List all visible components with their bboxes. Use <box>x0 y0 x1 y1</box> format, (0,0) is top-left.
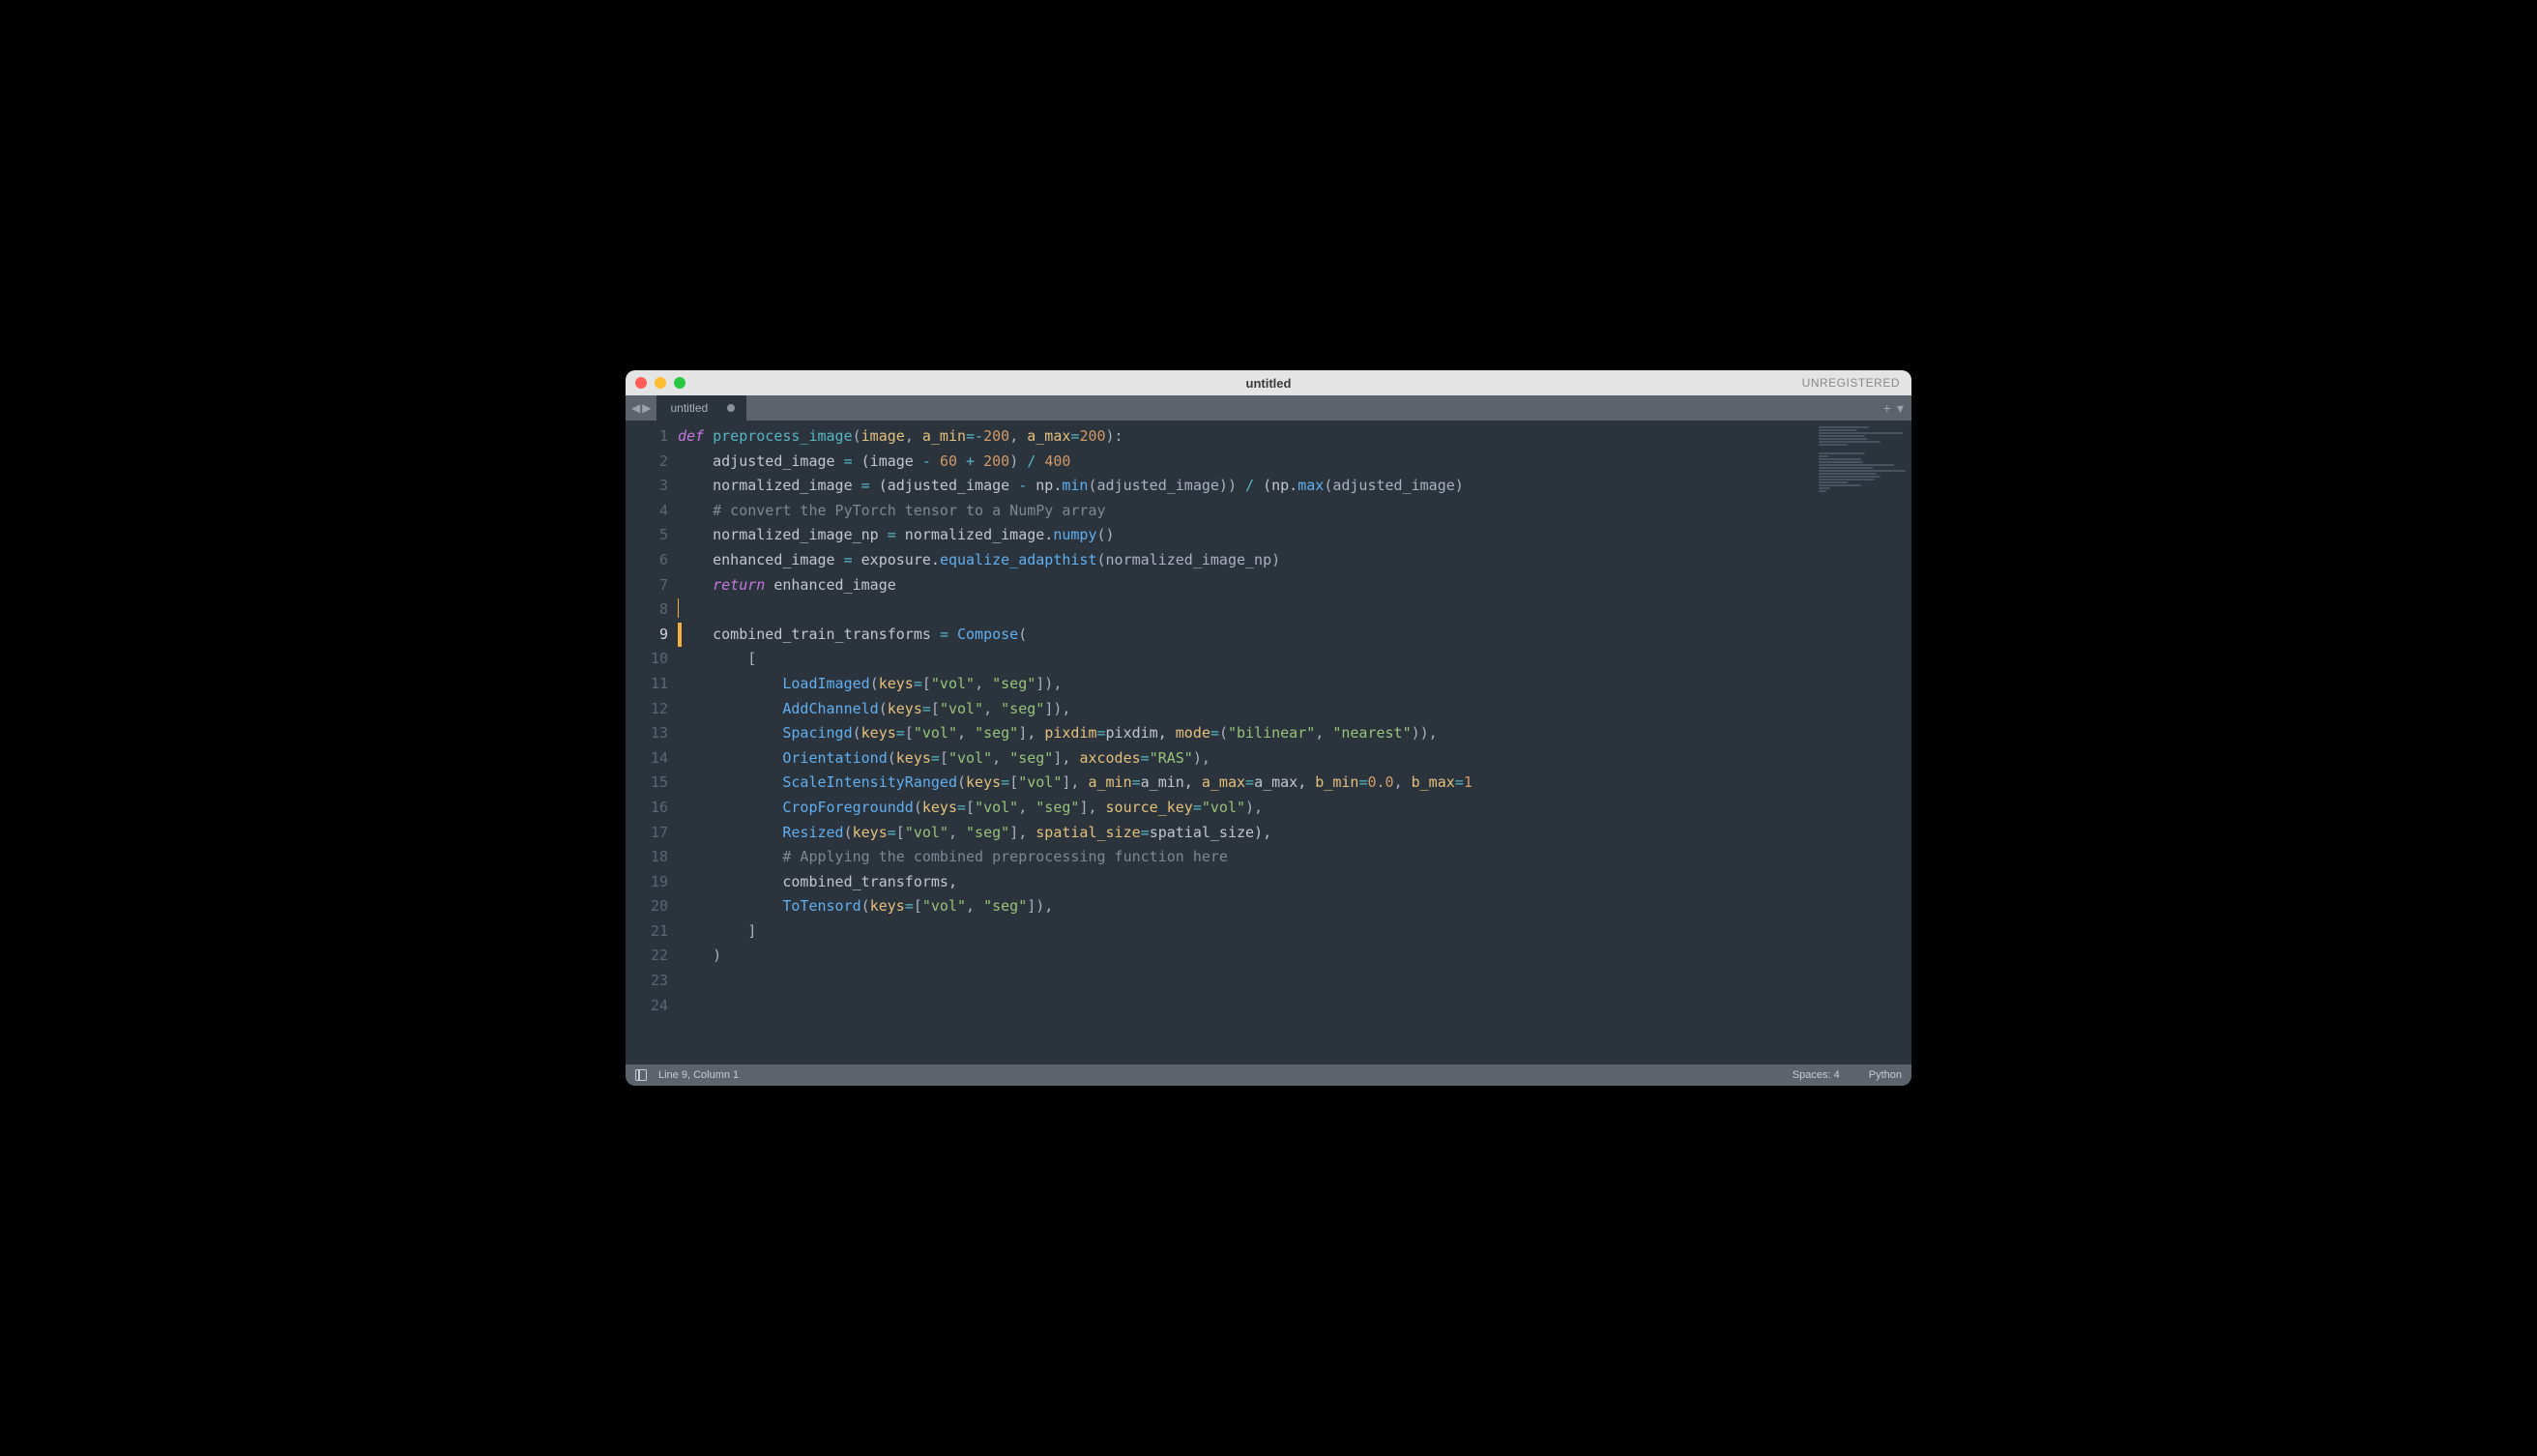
code-line[interactable]: Orientationd(keys=["vol", "seg"], axcode… <box>678 746 1815 772</box>
line-number[interactable]: 15 <box>626 771 678 796</box>
line-number[interactable]: 6 <box>626 548 678 573</box>
code-line[interactable]: ScaleIntensityRanged(keys=["vol"], a_min… <box>678 771 1815 796</box>
code-line[interactable]: normalized_image = (adjusted_image - np.… <box>678 474 1815 499</box>
minimap-line <box>1819 476 1881 478</box>
tab-controls: + ▾ <box>1883 400 1904 417</box>
line-number[interactable]: 20 <box>626 894 678 919</box>
minimap-line <box>1819 452 1865 454</box>
minimap-line <box>1819 441 1881 443</box>
tab-bar: ◀ ▶ untitled + ▾ <box>626 395 1911 421</box>
minimap-line <box>1819 426 1869 428</box>
code-line[interactable]: ToTensord(keys=["vol", "seg"]), <box>678 894 1815 919</box>
line-number[interactable]: 23 <box>626 969 678 994</box>
chevron-left-icon[interactable]: ◀ <box>631 401 640 415</box>
dirty-indicator-icon <box>727 404 735 412</box>
minimap-line <box>1819 467 1873 469</box>
minimap-line <box>1819 444 1848 446</box>
minimap-line <box>1819 473 1877 475</box>
code-line[interactable] <box>678 597 1815 623</box>
code-line[interactable]: Spacingd(keys=["vol", "seg"], pixdim=pix… <box>678 721 1815 746</box>
code-line[interactable]: adjusted_image = (image - 60 + 200) / 40… <box>678 450 1815 475</box>
code-line[interactable]: AddChanneld(keys=["vol", "seg"]), <box>678 697 1815 722</box>
line-number[interactable]: 22 <box>626 944 678 969</box>
line-number[interactable]: 19 <box>626 870 678 895</box>
code-line[interactable]: # Applying the combined preprocessing fu… <box>678 845 1815 870</box>
line-number[interactable]: 9 <box>626 623 678 648</box>
code-line[interactable]: combined_train_transforms = Compose( <box>678 623 1815 648</box>
line-number[interactable]: 8 <box>626 597 678 623</box>
cursor-position[interactable]: Line 9, Column 1 <box>658 1069 739 1081</box>
new-tab-icon[interactable]: + <box>1883 400 1891 417</box>
line-number[interactable]: 11 <box>626 672 678 697</box>
line-number[interactable]: 14 <box>626 746 678 772</box>
tab-nav-arrows[interactable]: ◀ ▶ <box>626 401 656 415</box>
minimize-icon[interactable] <box>655 377 666 389</box>
titlebar: untitled UNREGISTERED <box>626 370 1911 395</box>
tab-label: untitled <box>670 401 708 415</box>
code-editor[interactable]: def preprocess_image(image, a_min=-200, … <box>678 421 1815 1064</box>
minimap-line <box>1819 464 1894 466</box>
close-icon[interactable] <box>635 377 647 389</box>
code-line[interactable]: normalized_image_np = normalized_image.n… <box>678 523 1815 548</box>
line-number[interactable]: 10 <box>626 647 678 672</box>
line-number[interactable]: 24 <box>626 994 678 1019</box>
code-line[interactable]: CropForegroundd(keys=["vol", "seg"], sou… <box>678 796 1815 821</box>
panel-layout-icon[interactable] <box>635 1069 647 1081</box>
indent-setting[interactable]: Spaces: 4 <box>1793 1069 1840 1081</box>
minimap-line <box>1819 461 1863 463</box>
minimap-line <box>1819 432 1904 434</box>
traffic-lights <box>635 377 685 389</box>
code-line[interactable]: # convert the PyTorch tensor to a NumPy … <box>678 499 1815 524</box>
text-cursor <box>678 598 679 618</box>
minimap-line <box>1819 455 1828 457</box>
tab-untitled[interactable]: untitled <box>656 395 746 421</box>
minimap-line <box>1819 470 1906 472</box>
line-number[interactable]: 18 <box>626 845 678 870</box>
code-line[interactable]: ) <box>678 944 1815 969</box>
minimap-line <box>1819 484 1861 486</box>
line-number[interactable]: 7 <box>626 573 678 598</box>
code-line[interactable]: enhanced_image = exposure.equalize_adapt… <box>678 548 1815 573</box>
syntax-setting[interactable]: Python <box>1869 1069 1902 1081</box>
window-title: untitled <box>1246 376 1292 391</box>
line-number[interactable]: 1 <box>626 424 678 450</box>
tab-dropdown-icon[interactable]: ▾ <box>1897 400 1904 417</box>
line-number[interactable]: 13 <box>626 721 678 746</box>
status-bar: Line 9, Column 1 Spaces: 4 Python <box>626 1064 1911 1086</box>
editor-window: untitled UNREGISTERED ◀ ▶ untitled + ▾ 1… <box>626 370 1911 1086</box>
minimap-line <box>1819 490 1826 492</box>
editor-area: 123456789101112131415161718192021222324 … <box>626 421 1911 1064</box>
minimap-line <box>1819 435 1865 437</box>
code-line[interactable]: Resized(keys=["vol", "seg"], spatial_siz… <box>678 821 1815 846</box>
minimap-line <box>1819 429 1857 431</box>
code-line[interactable]: [ <box>678 647 1815 672</box>
code-line[interactable]: return enhanced_image <box>678 573 1815 598</box>
line-number[interactable]: 5 <box>626 523 678 548</box>
line-number[interactable]: 3 <box>626 474 678 499</box>
line-number[interactable]: 17 <box>626 821 678 846</box>
chevron-right-icon[interactable]: ▶ <box>642 401 651 415</box>
registered-label: UNREGISTERED <box>1802 376 1900 390</box>
minimap-line <box>1819 487 1830 489</box>
line-number[interactable]: 4 <box>626 499 678 524</box>
minimap-line <box>1819 481 1848 483</box>
code-line[interactable]: def preprocess_image(image, a_min=-200, … <box>678 424 1815 450</box>
code-line[interactable]: LoadImaged(keys=["vol", "seg"]), <box>678 672 1815 697</box>
zoom-icon[interactable] <box>674 377 685 389</box>
line-number[interactable]: 21 <box>626 919 678 945</box>
code-line[interactable]: combined_transforms, <box>678 870 1815 895</box>
minimap-line <box>1819 479 1875 480</box>
line-number[interactable]: 16 <box>626 796 678 821</box>
code-line[interactable]: ] <box>678 919 1815 945</box>
line-number-gutter[interactable]: 123456789101112131415161718192021222324 <box>626 421 678 1064</box>
line-number[interactable]: 2 <box>626 450 678 475</box>
line-number[interactable]: 12 <box>626 697 678 722</box>
minimap-line <box>1819 438 1867 440</box>
minimap-line <box>1819 458 1861 460</box>
minimap[interactable] <box>1815 421 1911 1064</box>
